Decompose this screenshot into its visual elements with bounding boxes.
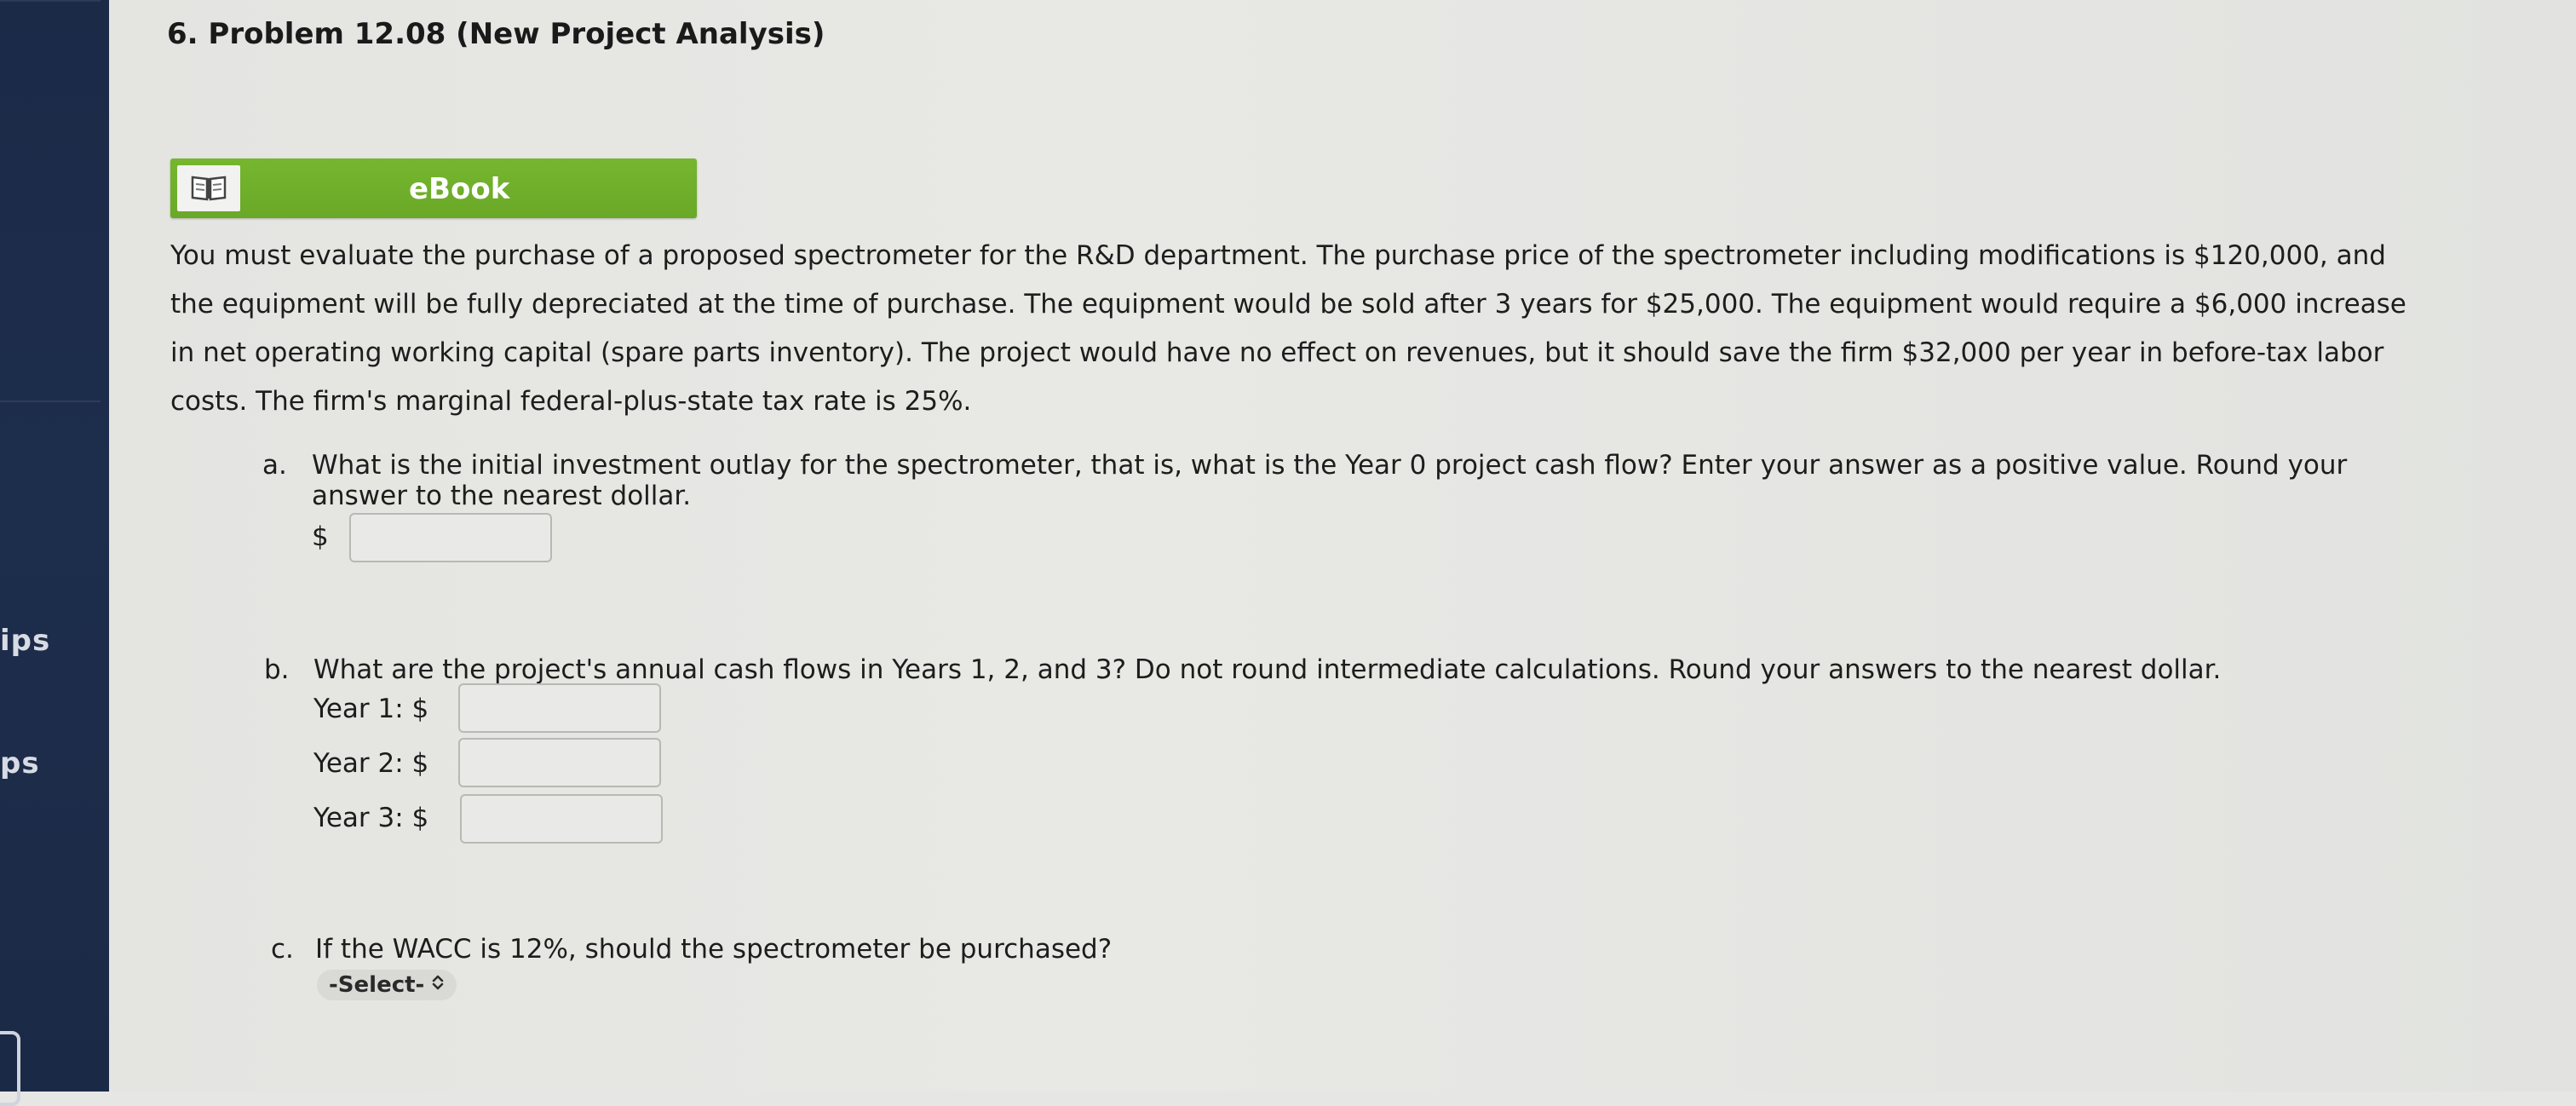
updown-chevron-icon — [431, 972, 445, 998]
problem-title: 6. Problem 12.08 (New Project Analysis) — [167, 17, 825, 51]
year3-label: Year 3: $ — [313, 803, 429, 833]
purchase-decision-select[interactable]: -Select- — [317, 970, 457, 1000]
problem-statement-line: You must evaluate the purchase of a prop… — [170, 240, 2386, 271]
year1-label: Year 1: $ — [313, 694, 429, 724]
question-a-text: What is the initial investment outlay fo… — [312, 450, 2348, 481]
ebook-button[interactable]: eBook — [170, 158, 697, 218]
question-a-letter: a. — [262, 450, 287, 481]
year2-cash-flow-input[interactable] — [458, 738, 661, 787]
question-c-text: If the WACC is 12%, should the spectrome… — [315, 934, 1113, 965]
question-c-letter: c. — [271, 934, 294, 965]
question-a-text-continued: answer to the nearest dollar. — [312, 481, 692, 511]
year3-cash-flow-input[interactable] — [460, 794, 663, 844]
left-sidebar: ips ps — [0, 0, 109, 1106]
select-label: -Select- — [329, 972, 425, 998]
year2-label: Year 2: $ — [313, 748, 429, 779]
problem-statement: You must evaluate the purchase of a prop… — [170, 232, 2547, 426]
problem-statement-line: the equipment will be fully depreciated … — [170, 289, 2406, 320]
year0-cash-flow-input[interactable] — [349, 513, 552, 562]
problem-statement-line: in net operating working capital (spare … — [170, 337, 2384, 368]
sidebar-frame-icon — [0, 1031, 20, 1106]
ebook-label: eBook — [409, 172, 510, 206]
question-a-currency: $ — [312, 521, 329, 552]
sidebar-divider — [0, 400, 101, 402]
question-b-letter: b. — [264, 654, 290, 685]
sidebar-divider — [0, 0, 101, 2]
problem-statement-line: costs. The firm's marginal federal-plus-… — [170, 386, 972, 417]
sidebar-item-steps[interactable]: ps — [0, 746, 40, 781]
book-icon — [177, 165, 240, 211]
question-b-text: What are the project's annual cash flows… — [313, 654, 2222, 685]
sidebar-item-tips[interactable]: ips — [0, 624, 50, 658]
year1-cash-flow-input[interactable] — [458, 683, 661, 733]
